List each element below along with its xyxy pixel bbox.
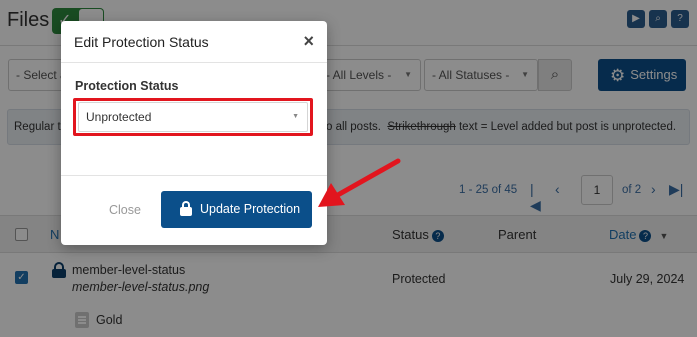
close-button[interactable]: Close [109, 203, 141, 217]
highlight-box [73, 98, 313, 136]
update-protection-button[interactable]: Update Protection [161, 191, 312, 228]
modal-title: Edit Protection Status [74, 34, 209, 50]
lock-icon [180, 201, 192, 216]
close-icon[interactable]: × [303, 31, 314, 52]
modal-header: Edit Protection Status × [61, 21, 327, 63]
edit-protection-modal: Edit Protection Status × Protection Stat… [61, 21, 327, 245]
protection-status-label: Protection Status [75, 79, 179, 93]
